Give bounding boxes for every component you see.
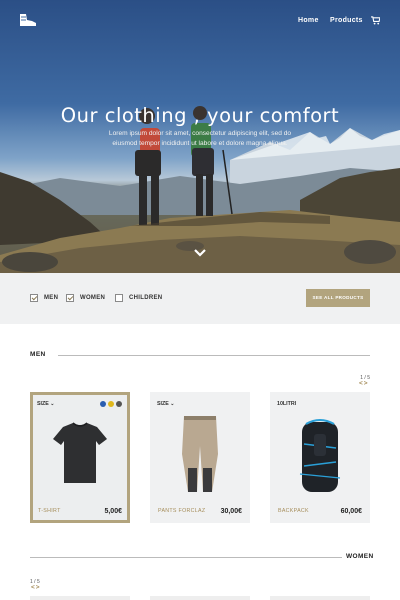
product-card-pants[interactable]: SIZE ⌄ PANTS FORCLAZ 30,00€ [150, 392, 250, 523]
color-swatches [100, 401, 122, 407]
product-card-peek[interactable] [150, 596, 250, 600]
cart-icon[interactable] [371, 16, 380, 25]
swatch-blue[interactable] [100, 401, 106, 407]
filter-men[interactable]: MEN [30, 293, 58, 303]
capacity-label: 10LITRI [277, 401, 297, 407]
filter-bar: MEN WOMEN CHILDREN SEE ALL PRODUCTS [0, 273, 400, 324]
women-checkbox[interactable] [66, 294, 74, 302]
product-name: PANTS FORCLAZ [158, 508, 206, 514]
men-carousel-arrows[interactable]: <> [359, 380, 369, 387]
product-name: T-SHIRT [38, 508, 61, 514]
section-divider [58, 355, 370, 356]
nav-home-link[interactable]: Home [298, 17, 319, 24]
see-all-products-button[interactable]: SEE ALL PRODUCTS [306, 289, 370, 307]
chevron-down-icon[interactable] [193, 248, 207, 258]
top-nav: Home Products [0, 12, 400, 32]
swatch-gray[interactable] [116, 401, 122, 407]
hero-banner: Home Products Our clothing , your comfor… [0, 0, 400, 273]
size-selector[interactable]: SIZE ⌄ [157, 401, 174, 407]
swatch-yellow[interactable] [108, 401, 114, 407]
filter-children[interactable]: CHILDREN [115, 293, 162, 303]
hero-title: Our clothing , your comfort [60, 104, 340, 127]
product-card-peek[interactable] [30, 596, 130, 600]
pants-image [182, 416, 218, 492]
product-price: 5,00€ [104, 508, 122, 515]
product-card-tshirt[interactable]: SIZE ⌄ T-SHIRT 5,00€ [30, 392, 130, 523]
nav-products-link[interactable]: Products [330, 17, 363, 24]
product-name: BACKPACK [278, 508, 309, 514]
filter-women-label: WOMEN [80, 295, 106, 301]
hero-subtitle: Lorem ipsum dolor sit amet, consectetur … [108, 130, 292, 147]
backpack-image [299, 419, 341, 492]
product-card-peek[interactable] [270, 596, 370, 600]
filter-women[interactable]: WOMEN [66, 293, 105, 303]
tshirt-image [53, 422, 107, 483]
product-price: 60,00€ [340, 508, 362, 515]
women-carousel-arrows[interactable]: <> [31, 584, 41, 591]
section-title-men: MEN [30, 351, 46, 358]
filter-men-label: MEN [44, 295, 59, 301]
hiking-boot-icon[interactable] [18, 12, 38, 28]
section-title-women: WOMEN [346, 553, 374, 560]
filter-children-label: CHILDREN [129, 295, 163, 301]
children-checkbox[interactable] [115, 294, 123, 302]
product-price: 30,00€ [220, 508, 242, 515]
product-card-backpack[interactable]: 10LITRI BACKPACK 60,00€ [270, 392, 370, 523]
men-checkbox[interactable] [30, 294, 38, 302]
size-selector[interactable]: SIZE ⌄ [37, 401, 54, 407]
section-divider [30, 557, 342, 558]
